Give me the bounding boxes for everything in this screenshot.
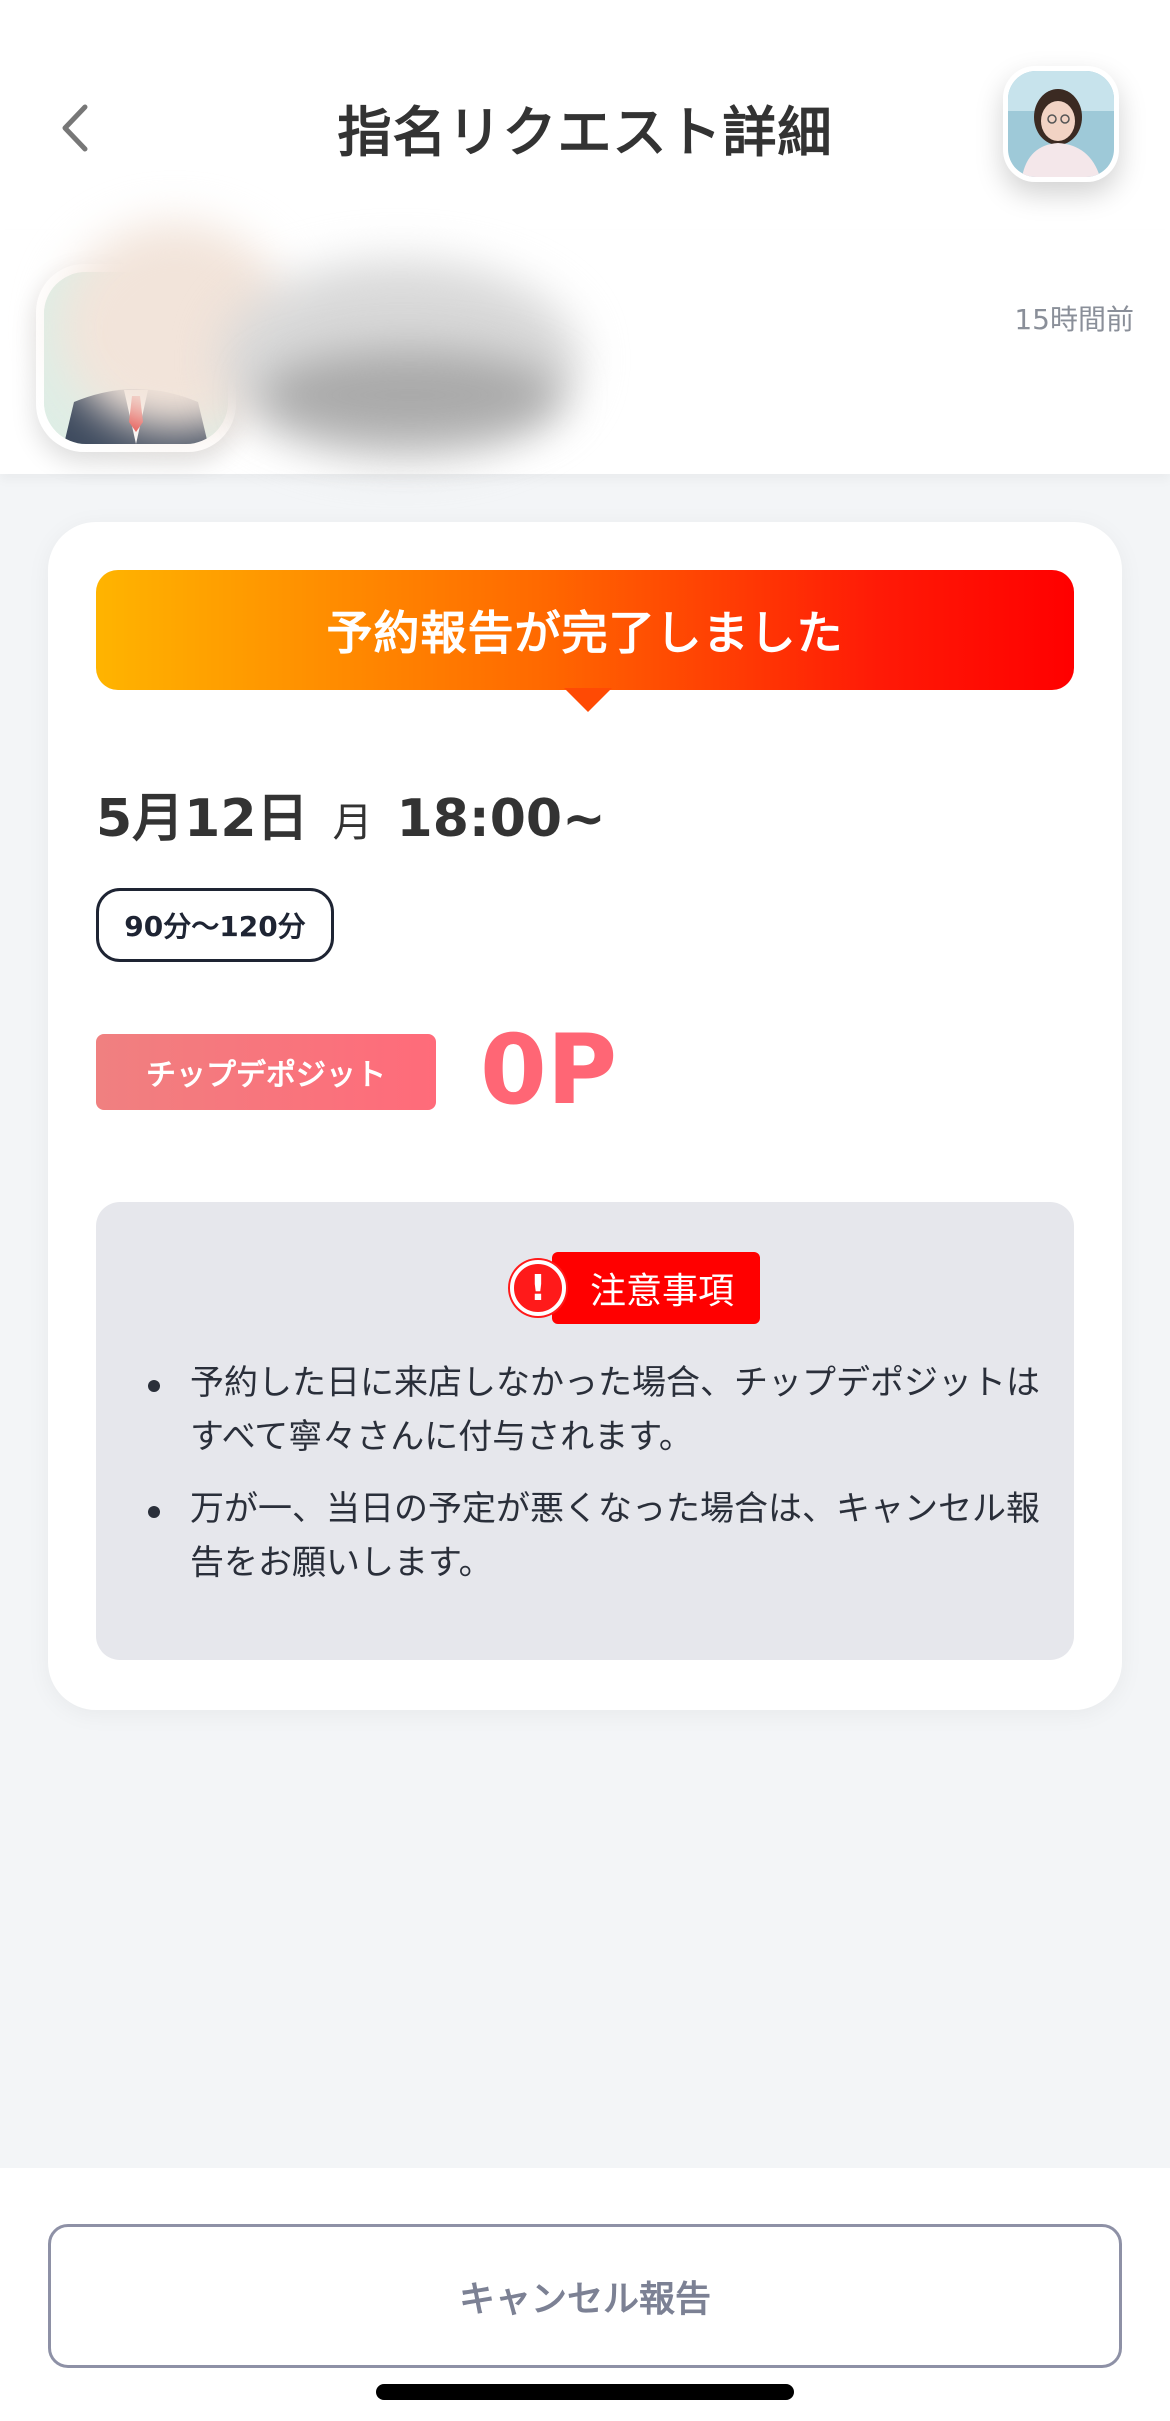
reservation-date: 5月12日 [96, 789, 309, 849]
home-indicator [376, 2384, 794, 2400]
notice-box: ! 注意事項 予約した日に来店しなかった場合、チップデポジットはすべて寧々さんに… [96, 1202, 1074, 1660]
reservation-weekday: 月 [332, 800, 373, 846]
notice-badge: ! 注意事項 [510, 1252, 761, 1324]
notice-item: 予約した日に来店しなかった場合、チップデポジットはすべて寧々さんに付与されます。 [144, 1356, 1044, 1464]
reservation-card: 予約報告が完了しました 5月12日 月 18:00~ 90分〜120分 チップデ… [48, 522, 1122, 1710]
banner-tail [564, 688, 612, 712]
notice-item: 万が一、当日の予定が悪くなった場合は、キャンセル報告をお願いします。 [144, 1482, 1044, 1590]
header: 指名リクエスト詳細 [0, 0, 1170, 230]
status-banner: 予約報告が完了しました [96, 570, 1074, 690]
avatar-photo [1008, 71, 1114, 177]
exclamation-icon: ! [510, 1260, 566, 1316]
cancel-report-button[interactable]: キャンセル報告 [48, 2224, 1122, 2368]
notice-list: 予約した日に来店しなかった場合、チップデポジットはすべて寧々さんに付与されます。… [144, 1356, 1044, 1608]
time-ago: 15時間前 [1014, 303, 1134, 336]
profile-strip: 15時間前 [0, 222, 1170, 474]
duration-badge: 90分〜120分 [96, 888, 334, 962]
header-avatar[interactable] [1003, 66, 1119, 182]
deposit-value: 0P [480, 1014, 618, 1126]
name-blur [260, 350, 560, 440]
page-title: 指名リクエスト詳細 [337, 101, 833, 164]
date-row: 5月12日 月 18:00~ [96, 776, 606, 851]
deposit-label: チップデポジット [96, 1034, 436, 1110]
reservation-time: 18:00~ [396, 789, 606, 849]
notice-title: 注意事項 [552, 1252, 761, 1324]
